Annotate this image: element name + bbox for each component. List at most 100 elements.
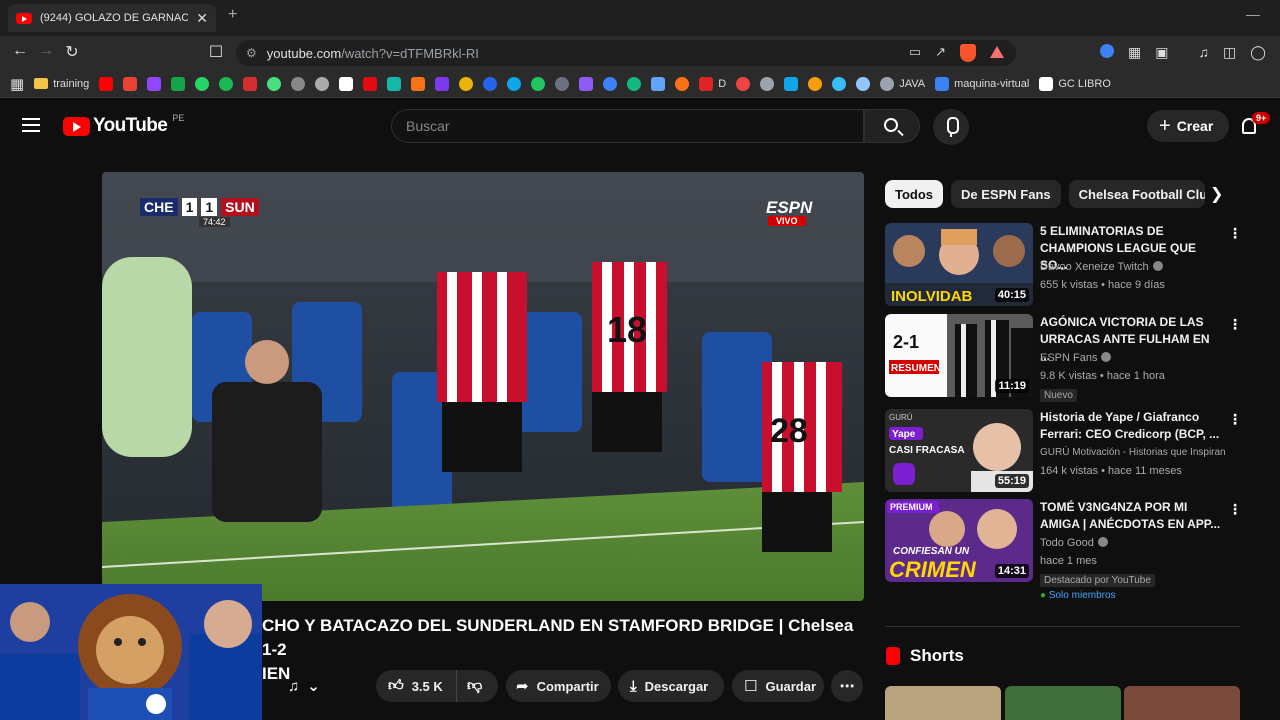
back-icon[interactable]: ← <box>10 42 30 60</box>
channel-name[interactable]: Todo Good <box>1040 537 1108 549</box>
menu-icon[interactable] <box>22 118 40 136</box>
bookmark-icon[interactable] <box>411 76 426 91</box>
screenshot-icon[interactable]: ▣ <box>1155 44 1168 61</box>
more-options-icon[interactable]: ⋮ <box>1228 225 1242 242</box>
bookmark-icon[interactable] <box>579 76 594 91</box>
more-options-icon[interactable]: ⋮ <box>1228 501 1242 518</box>
sidebar-icon[interactable]: ◫ <box>1223 44 1236 61</box>
recommendation-title[interactable]: TOMÉ V3NG4NZA POR MI AMIGA | ANÉCDOTAS E… <box>1040 499 1222 533</box>
bookmark-icon[interactable] <box>832 76 847 91</box>
whatsapp-bookmark-icon[interactable] <box>195 76 210 91</box>
search-button[interactable] <box>864 109 920 143</box>
bookmark-icon[interactable] <box>627 76 642 91</box>
bookmark-icon[interactable] <box>808 76 823 91</box>
reload-icon[interactable]: ↻ <box>62 42 82 62</box>
short-thumbnail[interactable] <box>885 686 1001 720</box>
bookmark-icon[interactable] <box>603 76 618 91</box>
dislike-button[interactable]: 👎︎ <box>456 670 498 702</box>
bookmark-icon[interactable] <box>459 76 474 91</box>
brave-shields-icon[interactable] <box>960 44 976 62</box>
voice-search-icon[interactable] <box>933 109 969 145</box>
bookmark-page-icon[interactable]: ☐ <box>206 42 226 62</box>
channel-name[interactable]: GURÚ Motivación - Historias que Inspiran <box>1040 447 1226 458</box>
share-icon[interactable]: ↗ <box>935 44 946 62</box>
video-thumbnail[interactable]: PREMIUM CONFIESAN UN CRIMEN 14:31 <box>885 499 1033 582</box>
recommendation-title[interactable]: Historia de Yape / Giafranco Ferrari: CE… <box>1040 409 1222 443</box>
bookmark-gc-libro[interactable]: GC LIBRO <box>1039 76 1111 91</box>
video-thumbnail[interactable]: 2-1 RESUMEN 11:19 <box>885 314 1033 397</box>
channel-name[interactable]: Davoo Xeneize Twitch <box>1040 261 1163 273</box>
netflix-bookmark-icon[interactable] <box>363 76 378 91</box>
chip-espn-fans[interactable]: De ESPN Fans <box>951 180 1061 208</box>
recommendation-item[interactable]: GURÚ Yape CASI FRACASA 55:19 Historia de… <box>885 409 1245 493</box>
subscribe-notifications-button[interactable]: ♫ ⌄ <box>278 670 346 702</box>
bookmark-icon[interactable] <box>267 76 282 91</box>
chip-chelsea[interactable]: Chelsea Football Club <box>1068 180 1205 208</box>
bookmark-java[interactable]: JAVA <box>880 76 925 91</box>
minimize-button[interactable]: — <box>1246 6 1260 22</box>
bookmark-icon[interactable] <box>291 76 306 91</box>
bookmark-icon[interactable] <box>243 76 258 91</box>
live-badge: VIVO <box>768 216 806 226</box>
extension-icon[interactable] <box>1100 44 1114 58</box>
bookmark-icon[interactable] <box>784 76 799 91</box>
gmail-bookmark-icon[interactable] <box>123 76 138 91</box>
bookmark-icon[interactable] <box>435 76 450 91</box>
apps-grid-icon[interactable]: ▦ <box>10 75 24 93</box>
forward-icon[interactable]: → <box>36 42 56 60</box>
recommendation-item[interactable]: PREMIUM CONFIESAN UN CRIMEN 14:31 TOMÉ V… <box>885 499 1245 605</box>
bookmark-maquina-virtual[interactable]: maquina-virtual <box>935 76 1029 91</box>
cast-icon[interactable]: ▭ <box>909 44 921 62</box>
bookmark-icon[interactable] <box>760 76 775 91</box>
new-tab-button[interactable]: + <box>228 6 237 24</box>
search-input[interactable]: Buscar <box>391 109 864 143</box>
bell-icon: ♫ <box>288 677 300 695</box>
twitch-bookmark-icon[interactable] <box>147 76 162 91</box>
like-button[interactable]: 👍︎ 3.5 K <box>376 670 456 702</box>
share-button[interactable]: ➦ Compartir <box>506 670 611 702</box>
bookmark-d[interactable]: D <box>699 76 726 91</box>
recommendation-item[interactable]: 2-1 RESUMEN 11:19 AGÓNICA VICTORIA DE LA… <box>885 314 1245 402</box>
thumbnail-caption: CASI FRACASA <box>889 445 965 456</box>
bookmark-icon[interactable] <box>339 76 354 91</box>
bookmark-icon[interactable] <box>315 76 330 91</box>
bookmark-icon[interactable] <box>507 76 522 91</box>
download-button[interactable]: ⤓ Descargar <box>618 670 724 702</box>
channel-name[interactable]: ESPN Fans <box>1040 352 1112 364</box>
more-options-icon[interactable]: ⋮ <box>1228 316 1242 333</box>
tab-close-icon[interactable]: ✕ <box>196 10 208 27</box>
k-bookmark-icon[interactable] <box>171 76 186 91</box>
more-options-icon[interactable]: ⋮ <box>1228 411 1242 428</box>
profile-icon[interactable]: ◯ <box>1250 44 1266 61</box>
bookmark-icon[interactable] <box>651 76 666 91</box>
chip-todos[interactable]: Todos <box>885 180 944 208</box>
spotify-bookmark-icon[interactable] <box>219 76 234 91</box>
short-thumbnail[interactable] <box>1005 686 1121 720</box>
youtube-bookmark-icon[interactable] <box>99 76 114 91</box>
video-player[interactable]: 18 28 CHE 1 1 SUN 74:42 ESPN VIVO <box>102 172 864 601</box>
media-icon[interactable]: ♫ <box>1198 44 1209 61</box>
bookmark-icon[interactable] <box>675 76 690 91</box>
short-thumbnail[interactable] <box>1124 686 1240 720</box>
video-thumbnail[interactable]: GURÚ Yape CASI FRACASA 55:19 <box>885 409 1033 492</box>
create-button[interactable]: + Crear <box>1147 110 1230 142</box>
video-thumbnail[interactable]: INOLVIDAB 40:15 <box>885 223 1033 306</box>
save-button[interactable]: ☐ Guardar <box>732 670 824 702</box>
bookmark-training[interactable]: training <box>34 78 89 90</box>
more-actions-button[interactable]: ⋯ <box>831 670 863 702</box>
rewards-icon[interactable] <box>990 46 1004 58</box>
bookmark-icon[interactable] <box>555 76 570 91</box>
bookmark-icon[interactable] <box>736 76 751 91</box>
address-bar[interactable]: ⚙ youtube.com/watch?v=dTFMBRkl-RI ▭ ↗ <box>236 40 1016 66</box>
recommendation-item[interactable]: INOLVIDAB 40:15 5 ELIMINATORIAS DE CHAMP… <box>885 223 1245 307</box>
bookmark-icon[interactable] <box>387 76 402 91</box>
bookmark-icon[interactable] <box>483 76 498 91</box>
youtube-logo[interactable]: YouTube PE <box>63 113 184 137</box>
bookmark-icon[interactable] <box>856 76 871 91</box>
browser-tab[interactable]: (9244) GOLAZO DE GARNACHO ✕ <box>8 4 216 32</box>
bookmark-icon[interactable] <box>531 76 546 91</box>
site-info-icon[interactable]: ⚙ <box>246 46 257 60</box>
shorts-header: Shorts <box>886 646 964 666</box>
extensions-puzzle-icon[interactable]: ▦ <box>1128 44 1141 61</box>
chevron-right-icon[interactable]: ❯ <box>1210 184 1223 204</box>
